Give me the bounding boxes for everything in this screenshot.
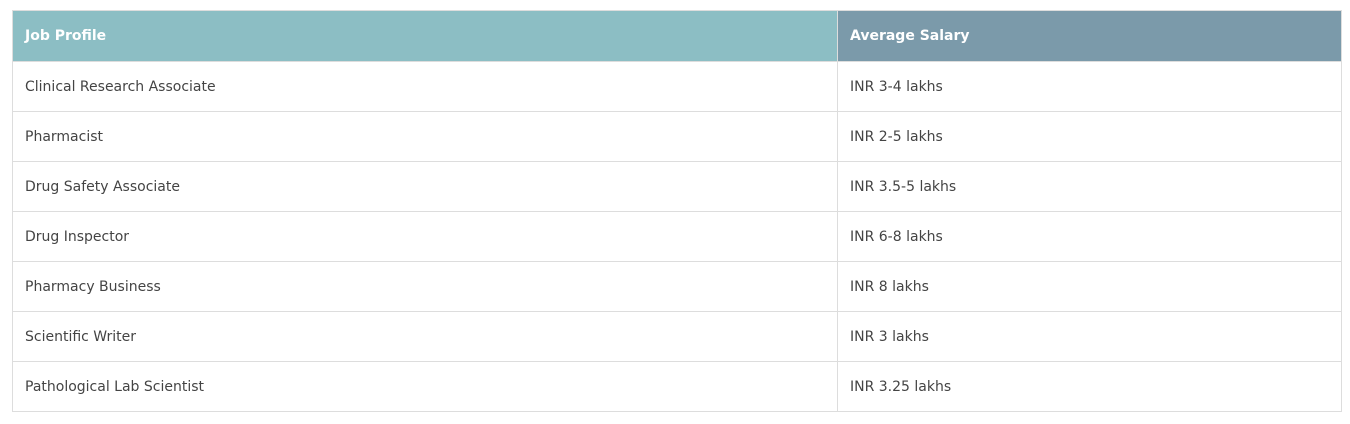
table-row: Drug Safety Associate INR 3.5-5 lakhs — [12, 161, 1342, 212]
job-profile-cell: Pharmacist — [12, 111, 838, 162]
table-header-row: Job Profile Average Salary — [12, 10, 1342, 62]
job-profile-cell: Pathological Lab Scientist — [12, 361, 838, 412]
table-row: Clinical Research Associate INR 3-4 lakh… — [12, 61, 1342, 112]
salary-cell: INR 2-5 lakhs — [837, 111, 1342, 162]
table-row: Pharmacy Business INR 8 lakhs — [12, 261, 1342, 312]
salary-cell: INR 3.5-5 lakhs — [837, 161, 1342, 212]
table-row: Pathological Lab Scientist INR 3.25 lakh… — [12, 361, 1342, 412]
job-salary-table: Job Profile Average Salary Clinical Rese… — [12, 10, 1342, 412]
salary-cell: INR 8 lakhs — [837, 261, 1342, 312]
table-row: Pharmacist INR 2-5 lakhs — [12, 111, 1342, 162]
salary-cell: INR 3-4 lakhs — [837, 61, 1342, 112]
header-average-salary: Average Salary — [837, 10, 1342, 62]
salary-cell: INR 3 lakhs — [837, 311, 1342, 362]
table-row: Scientific Writer INR 3 lakhs — [12, 311, 1342, 362]
salary-table-container: Job Profile Average Salary Clinical Rese… — [12, 10, 1342, 412]
header-job-profile: Job Profile — [12, 10, 838, 62]
job-profile-cell: Scientific Writer — [12, 311, 838, 362]
salary-cell: INR 3.25 lakhs — [837, 361, 1342, 412]
job-profile-cell: Pharmacy Business — [12, 261, 838, 312]
salary-cell: INR 6-8 lakhs — [837, 211, 1342, 262]
job-profile-cell: Drug Inspector — [12, 211, 838, 262]
table-row: Drug Inspector INR 6-8 lakhs — [12, 211, 1342, 262]
job-profile-cell: Drug Safety Associate — [12, 161, 838, 212]
job-profile-cell: Clinical Research Associate — [12, 61, 838, 112]
